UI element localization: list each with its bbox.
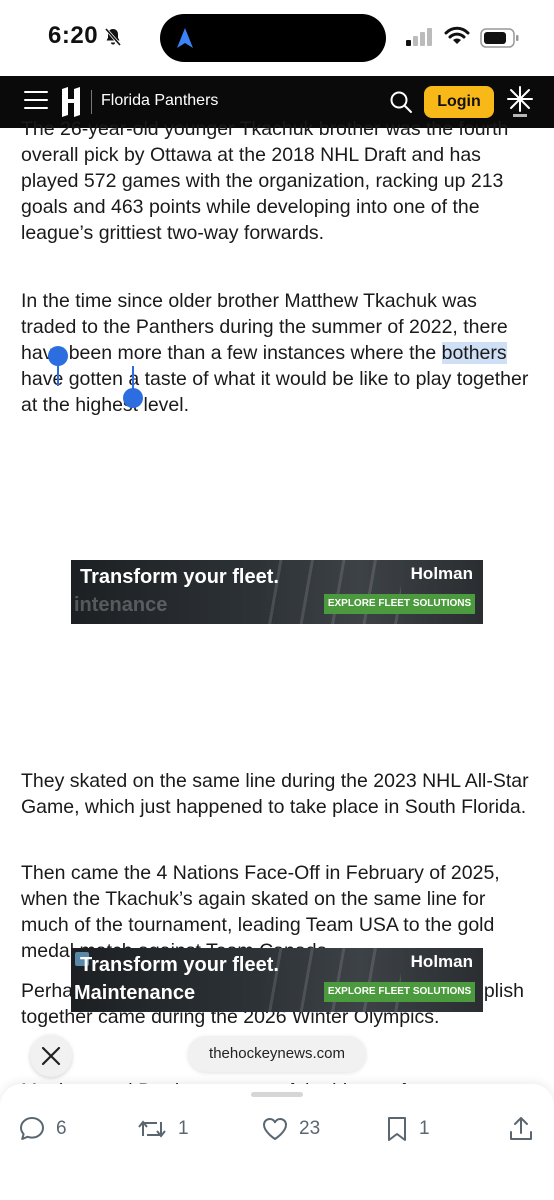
dynamic-island — [160, 14, 386, 62]
status-time: 6:20 — [48, 22, 99, 49]
rts-logo-icon[interactable] — [505, 85, 535, 119]
menu-icon[interactable] — [24, 91, 48, 113]
ad-cta-button[interactable]: EXPLORE FLEET SOLUTIONS — [324, 594, 475, 614]
selection-start-handle[interactable] — [48, 346, 68, 366]
reply-button[interactable]: 6 — [18, 1114, 67, 1144]
battery-icon — [480, 28, 519, 48]
like-button[interactable]: 23 — [261, 1114, 320, 1144]
url-pill[interactable]: thehockeynews.com — [188, 1036, 366, 1072]
bookmark-count: 1 — [419, 1118, 430, 1139]
share-icon — [510, 1117, 532, 1140]
ad-banner-overlay[interactable]: Transform your fleet. Maintenance Holman… — [71, 948, 483, 1012]
ad-headline: Transform your fleet. — [80, 954, 279, 976]
share-button[interactable] — [508, 1114, 534, 1144]
article-paragraph-selected: In the time since older brother Matthew … — [21, 288, 536, 418]
selection-end-handle[interactable] — [123, 388, 143, 408]
ad-cta-button[interactable]: EXPLORE FLEET SOLUTIONS — [324, 982, 475, 1002]
ad-brand-logo: Holman — [410, 952, 473, 971]
sheet-grabber[interactable] — [251, 1092, 303, 1097]
header-divider — [91, 90, 92, 114]
article-paragraph: They skated on the same line during the … — [21, 770, 529, 818]
ad-subtext: intenance — [74, 594, 168, 616]
location-arrow-icon — [177, 28, 193, 48]
status-bar: 6:20 — [0, 0, 554, 76]
repost-button[interactable]: 1 — [136, 1114, 189, 1144]
reply-count: 6 — [56, 1118, 67, 1139]
reply-icon — [20, 1117, 44, 1140]
text-before-selection: In the time since older brother Matthew … — [21, 290, 508, 364]
close-icon — [41, 1046, 61, 1066]
repost-icon — [138, 1120, 166, 1138]
text-after-selection: have gotten a taste of what it would be … — [21, 368, 529, 416]
bell-muted-icon — [104, 28, 122, 46]
search-icon[interactable] — [389, 90, 413, 114]
ad-banner[interactable]: Transform your fleet. intenance Holman E… — [71, 560, 483, 624]
like-count: 23 — [299, 1118, 321, 1139]
site-title[interactable]: Florida Panthers — [101, 92, 218, 110]
ad-headline: Transform your fleet. — [80, 566, 279, 588]
ad-brand-logo: Holman — [410, 564, 473, 583]
text-selection[interactable]: bothers — [441, 342, 507, 364]
ad-subtext: Maintenance — [74, 982, 196, 1004]
bookmark-icon — [388, 1117, 406, 1141]
wifi-icon — [444, 26, 470, 44]
login-button[interactable]: Login — [424, 86, 494, 118]
repost-count: 1 — [178, 1118, 189, 1139]
cellular-signal-icon — [406, 28, 432, 46]
close-button[interactable] — [30, 1035, 72, 1077]
bottom-action-bar: 6 1 23 1 — [0, 1084, 554, 1200]
article-paragraph: The 26-year-old younger Tkachuk brother … — [21, 118, 509, 244]
site-logo[interactable] — [60, 86, 82, 118]
heart-icon — [263, 1118, 287, 1140]
bookmark-button[interactable]: 1 — [385, 1114, 430, 1144]
